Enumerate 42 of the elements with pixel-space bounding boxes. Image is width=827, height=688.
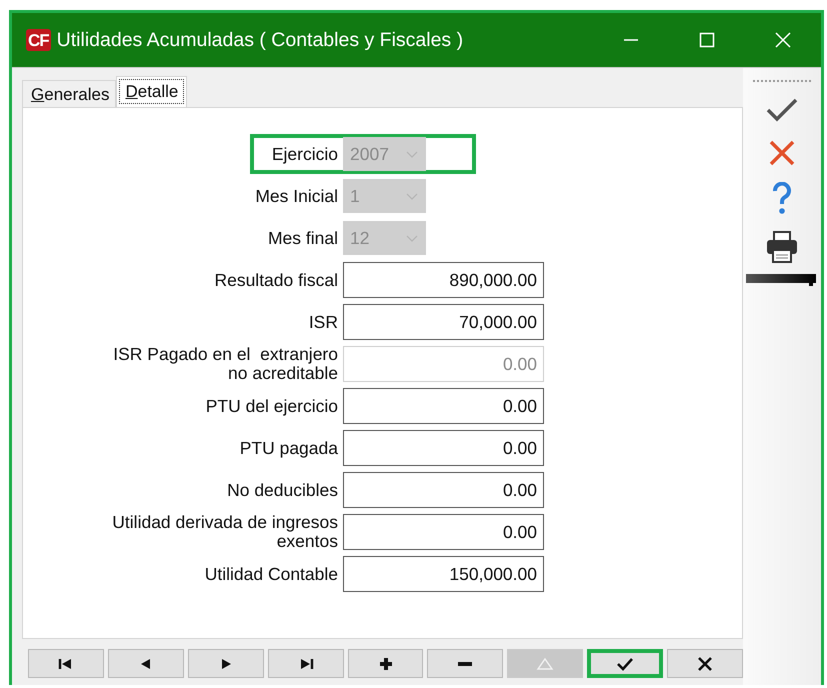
nav-button[interactable] xyxy=(587,649,664,678)
field-label: PTU del ejercicio xyxy=(204,396,338,416)
field-label: Mes final xyxy=(266,228,338,248)
triangle-icon xyxy=(536,656,554,670)
nav-button[interactable] xyxy=(427,649,504,678)
field-label: Mes Inicial xyxy=(254,186,338,206)
nav-button[interactable] xyxy=(268,649,344,678)
field-label: No deducibles xyxy=(226,480,338,500)
cancel-icon[interactable] xyxy=(767,138,797,168)
help-icon[interactable] xyxy=(771,182,793,216)
input-field[interactable]: 0.00 xyxy=(343,430,544,466)
chevron-down-icon xyxy=(405,191,419,201)
field-label: Ejercicio xyxy=(270,144,338,164)
chevron-down-icon xyxy=(405,149,419,159)
nav-button[interactable] xyxy=(667,649,744,678)
maximize-icon xyxy=(698,31,716,49)
input-field[interactable]: 150,000.00 xyxy=(343,556,544,592)
printer-icon[interactable] xyxy=(764,230,800,264)
tab[interactable]: Generales xyxy=(22,80,116,107)
nav-button[interactable] xyxy=(348,649,424,678)
close-icon xyxy=(774,31,792,49)
chevron-down-icon xyxy=(405,233,419,243)
input-field[interactable]: 890,000.00 xyxy=(343,262,544,298)
tab[interactable]: Detalle xyxy=(116,76,188,107)
nav-button[interactable] xyxy=(28,649,104,678)
input-field[interactable]: 0.00 xyxy=(343,388,544,424)
input-field[interactable]: 0.00 xyxy=(343,514,544,550)
field-label: PTU pagada xyxy=(238,438,338,458)
field-label: Resultado fiscal xyxy=(213,270,338,290)
app-logo: CF xyxy=(26,29,51,51)
minimize-icon xyxy=(624,39,638,41)
field-label: Utilidad derivada de ingresos exentos xyxy=(111,513,338,551)
check-icon[interactable] xyxy=(765,96,799,124)
input-field[interactable]: 70,000.00 xyxy=(343,304,544,340)
check-icon xyxy=(616,656,634,670)
field-label: Utilidad Contable xyxy=(204,564,338,584)
input-field[interactable]: 0.00 xyxy=(343,472,544,508)
cancel-icon xyxy=(696,656,714,670)
field-label: ISR Pagado en el extranjero no acreditable xyxy=(112,345,338,383)
toolbar-bar-icon[interactable] xyxy=(746,272,818,286)
field-label: ISR xyxy=(308,312,338,332)
window-title: Utilidades Acumuladas ( Contables y Fiscales ) xyxy=(56,28,464,52)
